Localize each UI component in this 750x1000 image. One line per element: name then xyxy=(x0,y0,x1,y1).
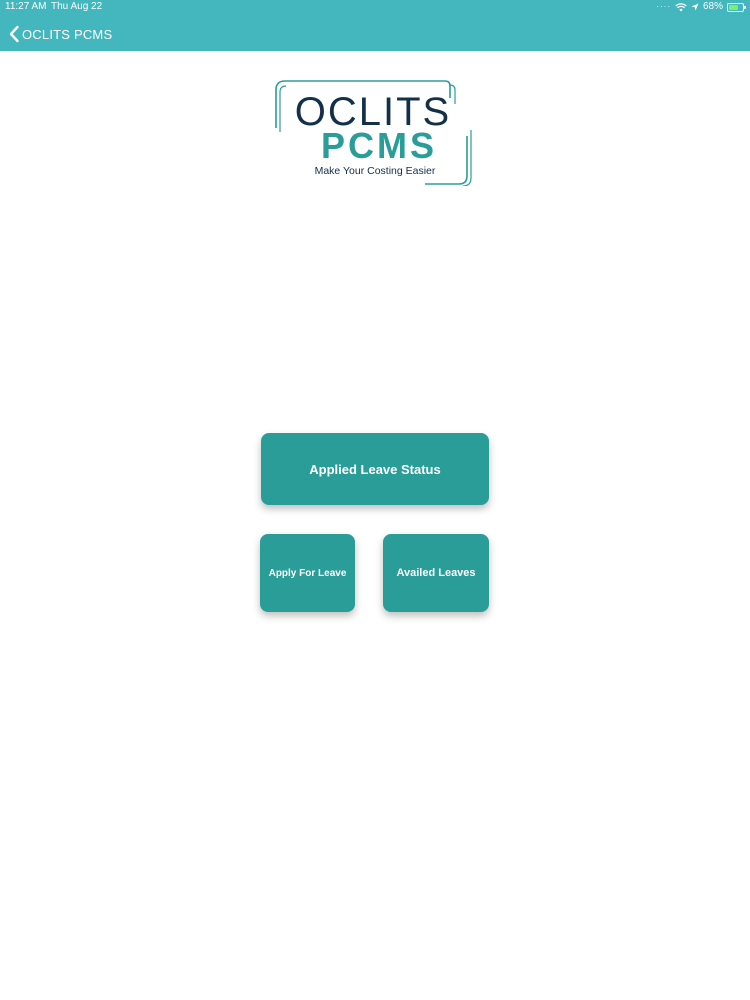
apply-for-leave-button[interactable]: Apply For Leave xyxy=(260,534,355,612)
availed-leaves-button[interactable]: Availed Leaves xyxy=(383,534,489,612)
logo-tagline: Make Your Costing Easier xyxy=(315,165,436,177)
signal-dots-icon: ···· xyxy=(656,2,671,11)
nav-header: 11:27 AM Thu Aug 22 ···· 68% OCLITS PCMS xyxy=(0,0,750,51)
status-date: Thu Aug 22 xyxy=(51,1,103,12)
wifi-icon xyxy=(675,2,687,11)
status-bar: 11:27 AM Thu Aug 22 ···· 68% xyxy=(0,0,750,14)
chevron-left-icon xyxy=(9,25,19,43)
location-arrow-icon xyxy=(691,3,699,11)
status-indicators: ···· 68% xyxy=(656,0,746,14)
oclits-pcms-logo: OCLITS PCMS Make Your Costing Easier xyxy=(275,80,472,186)
battery-charging-icon xyxy=(727,2,746,12)
logo-line2: PCMS xyxy=(321,125,437,166)
nav-title: OCLITS PCMS xyxy=(22,26,113,42)
applied-leave-status-button[interactable]: Applied Leave Status xyxy=(261,433,489,505)
status-time: 11:27 AM xyxy=(5,1,47,12)
battery-percent: 68% xyxy=(702,1,723,12)
back-button[interactable]: OCLITS PCMS xyxy=(8,23,112,45)
